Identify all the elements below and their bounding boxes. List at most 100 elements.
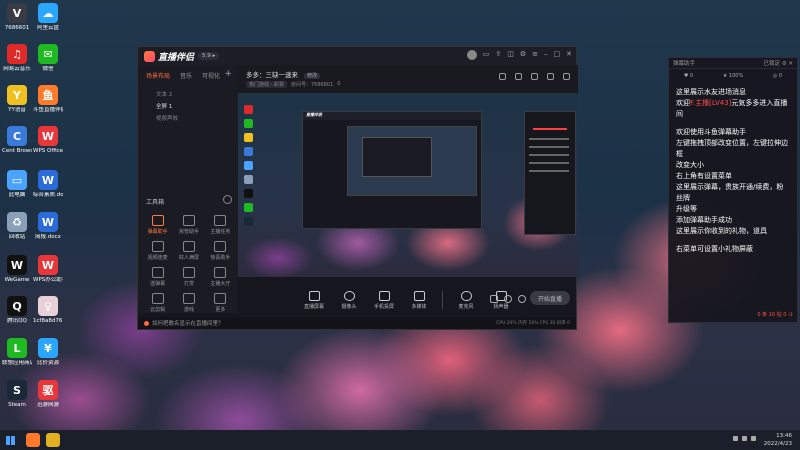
desktop-icon-label: 网易云音乐 (3, 66, 31, 72)
preview-danmaku-panel (524, 111, 576, 235)
tool-button[interactable]: 主播大厅 (205, 267, 236, 287)
desktop-icon[interactable]: ☁ 阿里云盘 (33, 3, 63, 32)
layer-item[interactable]: 视频声效 (138, 112, 238, 124)
tool-label: 云剪辑 (150, 307, 166, 313)
app-icon: V (7, 3, 27, 23)
layer-item[interactable]: 文本 2 (138, 88, 238, 100)
bell-icon[interactable] (547, 73, 554, 80)
menu-icon[interactable]: ≡ (532, 50, 538, 60)
status-notice[interactable]: 如何把歌名显示在直播间里？ (152, 319, 224, 327)
stream-preview[interactable]: 直播伴侣 (238, 93, 578, 277)
desktop-icon[interactable]: V 7686601 (2, 3, 32, 32)
start-button[interactable] (0, 430, 20, 450)
desktop-icon[interactable]: L 联想应用商店 (2, 338, 32, 367)
lock-status[interactable]: 已锁定 ⚙ ✕ (763, 59, 793, 67)
close-icon[interactable]: ✕ (566, 50, 572, 60)
tool-button[interactable]: 打赏 (173, 267, 204, 287)
desktop-icon[interactable]: ♫ 网易云音乐 (2, 44, 32, 73)
desktop-icon[interactable]: C Cent Browser (2, 126, 32, 155)
tool-button[interactable]: 弹幕助手 (142, 215, 173, 235)
desktop-icon[interactable]: ▭ 此电脑 (2, 170, 32, 199)
settings-icon[interactable]: ⚙ (520, 50, 526, 60)
desktop-icon[interactable]: 鱼斗鱼直播伴侣 (33, 85, 63, 114)
edit-room-button[interactable]: 修改 (304, 73, 321, 79)
desktop-icon[interactable]: Y YY语音 (2, 85, 32, 114)
start-live-button[interactable]: 开始直播 (530, 291, 570, 305)
media-button[interactable]: 多媒体 (407, 290, 431, 310)
network-icon[interactable] (733, 436, 738, 441)
viewer-count: ◎ 0 (772, 73, 783, 79)
danmaku-stats: ♥ 0 ★ 100% ◎ 0 (669, 69, 797, 83)
tool-button[interactable]: 云剪辑 (142, 293, 173, 313)
toolbox-settings-icon[interactable] (223, 195, 232, 204)
lock-icon[interactable] (515, 73, 522, 80)
message-icon[interactable]: ▭ (483, 50, 490, 60)
desktop-icon[interactable]: W 综合素质.docx (33, 170, 63, 199)
danmaku-header[interactable]: 弹幕助手 已锁定 ⚙ ✕ (669, 58, 797, 69)
danmaku-assistant-panel[interactable]: 弹幕助手 已锁定 ⚙ ✕ ♥ 0 ★ 100% ◎ 0 这里展示水友进场消息 欢迎… (668, 57, 798, 323)
tab-visual[interactable]: 可视化 (202, 71, 220, 80)
desktop-icon[interactable]: W 简报.docx (33, 212, 63, 241)
tab-music[interactable]: 音乐 (180, 71, 192, 80)
gift-icon[interactable] (531, 73, 538, 80)
record-icon[interactable] (499, 73, 506, 80)
divider (442, 291, 443, 309)
tab-scene[interactable]: 场景布局 (146, 71, 170, 80)
live-companion-window[interactable]: 直播伴侣 5.9 ▸ ▭ ⇪ ◫ ⚙ ≡ – □ ✕ 场景布局 音乐 可视化 +… (137, 46, 578, 330)
tool-button[interactable]: 视频连麦 (142, 241, 173, 261)
tool-button[interactable]: 好人满屏 (173, 241, 204, 261)
tool-button[interactable]: 更多 (205, 293, 236, 313)
maximize-icon[interactable]: □ (554, 50, 561, 60)
desktop-icon[interactable]: W WPS Office (33, 126, 63, 155)
version-chip[interactable]: 5.9 ▸ (198, 52, 220, 60)
performance-stats: CPU 20% 内存 50% FPS 30 码率 0 (496, 321, 570, 326)
desktop-icon[interactable]: Q 腾讯QQ (2, 296, 32, 325)
tool-icon (182, 215, 195, 226)
add-scene-icon[interactable]: + (224, 69, 232, 79)
layer-item[interactable]: 全屏 1 (138, 100, 238, 112)
taskbar-app-douyu[interactable] (26, 433, 40, 447)
desktop-icon[interactable]: W WeGame (2, 255, 32, 284)
title-bar[interactable]: 直播伴侣 5.9 ▸ ▭ ⇪ ◫ ⚙ ≡ – □ ✕ (138, 47, 576, 65)
danmaku-title: 弹幕助手 (673, 61, 696, 67)
app-icon: S (7, 380, 27, 400)
heart-count: ♥ 0 (683, 73, 694, 79)
app-icon: ♀ (38, 296, 58, 316)
share-icon[interactable]: ⇪ (495, 50, 501, 60)
desktop-icon-label: YY语音 (8, 107, 26, 113)
settings-icon[interactable] (518, 295, 526, 303)
desktop-icon[interactable]: W WPS办公助手 (33, 255, 63, 284)
desktop-icon[interactable]: 驱迅游网游 (33, 380, 63, 409)
minimize-icon[interactable]: – (544, 50, 548, 60)
volume-icon[interactable] (742, 436, 747, 441)
room-category[interactable]: 热门游戏 - 彩票 (246, 81, 287, 88)
desktop-icon[interactable]: ✉ 微信 (33, 44, 63, 73)
camera-button[interactable]: 摄像头 (337, 290, 361, 310)
desktop-icon[interactable]: ♻ 回收站 (2, 212, 32, 241)
tool-button[interactable]: 游戏 (173, 293, 204, 313)
danmaku-message: 左键拖拽顶部改变位置，左键拉伸边框 (676, 139, 788, 158)
desktop-icon[interactable]: S Steam (2, 380, 32, 409)
preview-eye-icon[interactable] (504, 295, 512, 303)
phone-cast-button[interactable]: 手机投屏 (372, 290, 396, 310)
app-icon: ✉ (38, 44, 58, 64)
app-icon: C (7, 126, 27, 146)
microphone-button[interactable]: 麦克风 (454, 290, 478, 310)
tool-button[interactable]: 房管助手 (173, 215, 204, 235)
skin-icon[interactable]: ◫ (507, 50, 514, 60)
avatar[interactable] (466, 50, 477, 60)
app-icon: W (38, 170, 58, 190)
danmaku-message: 右上角有设置菜单 (676, 172, 732, 180)
record-video-icon[interactable] (490, 295, 498, 303)
desktop-icon[interactable]: ♀ 1cf8a8d76... (33, 296, 63, 325)
app-icon: W (38, 126, 58, 146)
taskbar-app-folder[interactable] (46, 433, 60, 447)
tool-button[interactable]: 主播任务 (205, 215, 236, 235)
tool-button[interactable]: 送弹幕 (142, 267, 173, 287)
share-room-icon[interactable] (563, 73, 570, 80)
tool-button[interactable]: 惊喜助手 (205, 241, 236, 261)
desktop-icon[interactable]: ¥ 比价资源 (33, 338, 63, 367)
ime-icon[interactable] (751, 436, 756, 441)
screen-capture-button[interactable]: 直播屏幕 (302, 290, 326, 310)
clock[interactable]: 13:46 2022/4/23 (764, 432, 792, 448)
